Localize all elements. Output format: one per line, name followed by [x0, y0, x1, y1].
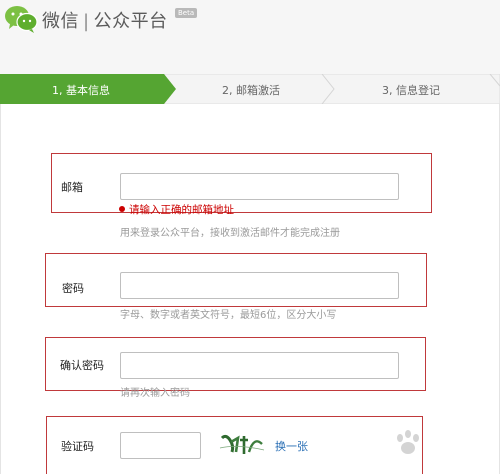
- password-label: 密码: [62, 282, 84, 295]
- confirm-password-input[interactable]: [120, 352, 399, 379]
- password-input[interactable]: [120, 272, 399, 299]
- baidu-paw-icon: [397, 430, 419, 454]
- captcha-input[interactable]: [120, 432, 201, 459]
- brand-title: 微信 | 公众平台: [42, 7, 168, 33]
- password-hint: 字母、数字或者英文符号，最短6位，区分大小写: [120, 310, 337, 321]
- error-dot-icon: [119, 206, 125, 212]
- captcha-label: 验证码: [61, 440, 94, 453]
- wechat-logo-icon: [5, 6, 38, 33]
- email-error-text: 请输入正确的邮箱地址: [129, 204, 234, 216]
- beta-badge: Beta: [175, 8, 198, 18]
- email-hint: 用来登录公众平台，接收到激活邮件才能完成注册: [120, 228, 340, 239]
- step-basic-info: 1, 基本信息: [52, 84, 110, 97]
- brand-name: 微信: [42, 11, 79, 32]
- email-input[interactable]: [120, 173, 399, 200]
- email-label: 邮箱: [61, 181, 83, 194]
- step-info-registration: 3, 信息登记: [382, 84, 440, 97]
- confirm-password-hint: 请再次输入密码: [120, 388, 190, 399]
- platform-name: 公众平台: [93, 11, 168, 32]
- captcha-image[interactable]: [218, 432, 266, 458]
- confirm-password-label: 确认密码: [60, 359, 104, 372]
- header: 微信 | 公众平台 Beta: [0, 0, 500, 58]
- email-error: 请输入正确的邮箱地址: [119, 202, 234, 217]
- refresh-captcha-link[interactable]: 换一张: [275, 438, 308, 454]
- step-email-activation: 2, 邮箱激活: [222, 84, 280, 97]
- brand-separator: |: [83, 11, 90, 32]
